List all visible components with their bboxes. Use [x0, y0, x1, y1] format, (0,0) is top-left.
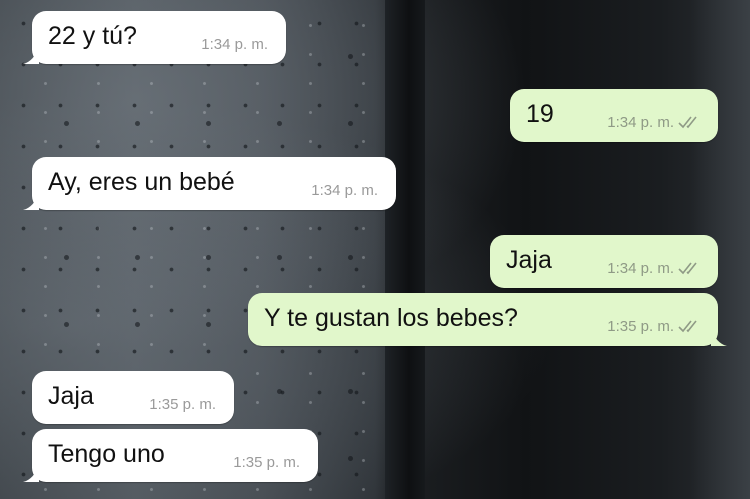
- double-check-icon: [678, 262, 697, 275]
- message-time: 1:34 p. m.: [607, 114, 674, 131]
- bubble-tail: [711, 330, 727, 346]
- double-check-icon: [678, 116, 697, 129]
- message-text: Tengo uno: [48, 440, 165, 468]
- message-bubble-outgoing[interactable]: Y te gustan los bebes? 1:35 p. m.: [248, 293, 727, 346]
- message-text: 19: [526, 100, 554, 128]
- message-time: 1:34 p. m.: [311, 182, 378, 199]
- message-bubble-incoming[interactable]: Ay, eres un bebé 1:34 p. m.: [23, 157, 396, 210]
- message-text: 22 y tú?: [48, 22, 137, 50]
- message-bubble-outgoing[interactable]: 19 1:34 p. m.: [510, 89, 718, 142]
- message-bubble-incoming[interactable]: 22 y tú? 1:34 p. m.: [23, 11, 286, 64]
- bubble-tail: [23, 48, 39, 64]
- wallpaper-window-frame: [385, 0, 425, 499]
- message-text: Ay, eres un bebé: [48, 168, 235, 196]
- message-time: 1:35 p. m.: [233, 454, 300, 471]
- message-time: 1:34 p. m.: [607, 260, 674, 277]
- message-bubble-outgoing[interactable]: Jaja 1:34 p. m.: [490, 235, 718, 288]
- message-text: Jaja: [506, 246, 552, 274]
- bubble-tail: [23, 466, 39, 482]
- bubble-tail: [23, 194, 39, 210]
- message-time: 1:35 p. m.: [149, 396, 216, 413]
- message-time: 1:35 p. m.: [607, 318, 674, 335]
- wallpaper-raindrops: [0, 0, 380, 499]
- double-check-icon: [678, 320, 697, 333]
- message-text: Y te gustan los bebes?: [264, 304, 518, 332]
- message-text: Jaja: [48, 382, 94, 410]
- message-bubble-incoming[interactable]: Tengo uno 1:35 p. m.: [23, 429, 318, 482]
- message-bubble-incoming[interactable]: Jaja 1:35 p. m.: [32, 371, 234, 424]
- message-time: 1:34 p. m.: [201, 36, 268, 53]
